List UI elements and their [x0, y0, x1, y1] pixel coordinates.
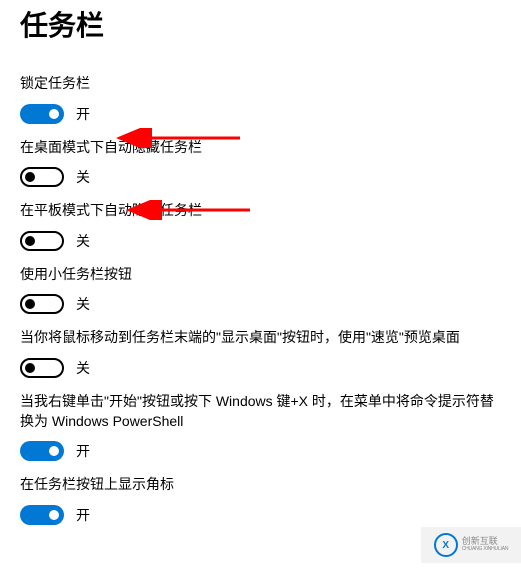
setting-group: 在平板模式下自动隐藏任务栏关 — [20, 201, 501, 251]
toggle-knob-icon — [25, 172, 35, 182]
toggle-knob-icon — [49, 510, 59, 520]
watermark: X 创新互联 CHUANG XINHULIAN — [421, 527, 521, 563]
toggle-row: 关 — [20, 231, 501, 251]
setting-label: 在桌面模式下自动隐藏任务栏 — [20, 138, 501, 158]
toggle-knob-icon — [25, 363, 35, 373]
toggle-switch[interactable] — [20, 294, 64, 314]
watermark-line2: CHUANG XINHULIAN — [462, 547, 509, 553]
toggle-state-label: 关 — [76, 358, 90, 378]
toggle-state-label: 开 — [76, 505, 90, 525]
toggle-row: 关 — [20, 294, 501, 314]
toggle-row: 开 — [20, 441, 501, 461]
toggle-state-label: 开 — [76, 104, 90, 124]
setting-label: 在任务栏按钮上显示角标 — [20, 475, 501, 495]
toggle-state-label: 关 — [76, 231, 90, 251]
toggle-knob-icon — [49, 109, 59, 119]
setting-group: 在任务栏按钮上显示角标开 — [20, 475, 501, 525]
toggle-state-label: 开 — [76, 441, 90, 461]
setting-label: 在平板模式下自动隐藏任务栏 — [20, 201, 501, 221]
page-title: 任务栏 — [20, 0, 501, 74]
setting-label: 锁定任务栏 — [20, 74, 501, 94]
setting-group: 在桌面模式下自动隐藏任务栏关 — [20, 138, 501, 188]
toggle-state-label: 关 — [76, 167, 90, 187]
toggle-knob-icon — [25, 299, 35, 309]
toggle-state-label: 关 — [76, 294, 90, 314]
setting-label: 使用小任务栏按钮 — [20, 265, 501, 285]
toggle-row: 关 — [20, 167, 501, 187]
setting-group: 当我右键单击"开始"按钮或按下 Windows 键+X 时，在菜单中将命令提示符… — [20, 392, 501, 461]
setting-label: 当你将鼠标移动到任务栏末端的"显示桌面"按钮时，使用"速览"预览桌面 — [20, 328, 501, 348]
setting-group: 锁定任务栏开 — [20, 74, 501, 124]
toggle-row: 关 — [20, 358, 501, 378]
toggle-knob-icon — [25, 236, 35, 246]
watermark-logo-icon: X — [434, 533, 458, 557]
toggle-switch[interactable] — [20, 167, 64, 187]
toggle-switch[interactable] — [20, 104, 64, 124]
toggle-switch[interactable] — [20, 358, 64, 378]
toggle-switch[interactable] — [20, 441, 64, 461]
toggle-row: 开 — [20, 104, 501, 124]
toggle-row: 开 — [20, 505, 501, 525]
toggle-knob-icon — [49, 446, 59, 456]
setting-group: 当你将鼠标移动到任务栏末端的"显示桌面"按钮时，使用"速览"预览桌面关 — [20, 328, 501, 378]
setting-group: 使用小任务栏按钮关 — [20, 265, 501, 315]
setting-label: 当我右键单击"开始"按钮或按下 Windows 键+X 时，在菜单中将命令提示符… — [20, 392, 501, 431]
toggle-switch[interactable] — [20, 505, 64, 525]
toggle-switch[interactable] — [20, 231, 64, 251]
